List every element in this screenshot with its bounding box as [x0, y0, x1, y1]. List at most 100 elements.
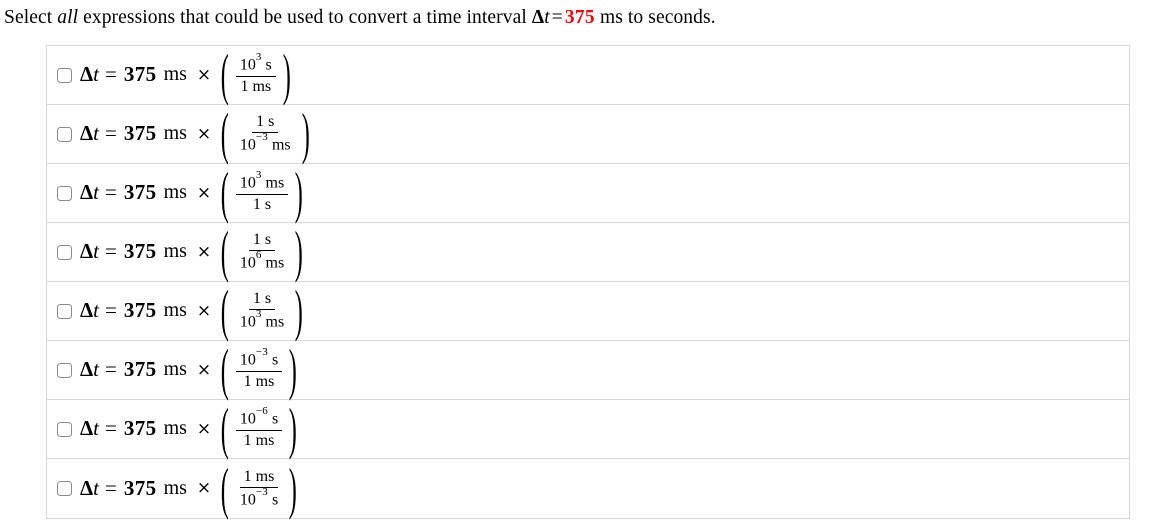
expression-option-4: Δt = 375 ms ×(1 s 106 ms) — [80, 223, 304, 281]
option-row[interactable]: Δt = 375 ms ×(1 s 103 ms) — [47, 282, 1129, 341]
denominator-unit: ms — [271, 136, 291, 154]
multiplication-sign: × — [196, 478, 212, 499]
denominator-exponent: −3 — [255, 131, 268, 144]
denominator-exponent: 6 — [255, 249, 262, 262]
checkbox-option-2[interactable] — [57, 126, 72, 142]
question-prompt: Select all expressions that could be use… — [0, 0, 1155, 33]
equals-sign: = — [105, 475, 117, 500]
numerator-base: 1 — [252, 231, 261, 249]
numerator-exponent: −3 — [255, 346, 268, 359]
numeric-value: 375 — [123, 416, 157, 441]
option-row[interactable]: Δt = 375 ms ×(1 s 106 ms) — [47, 223, 1129, 282]
fraction-denominator: 1 ms — [236, 77, 275, 96]
checkbox-option-7[interactable] — [57, 421, 72, 437]
checkbox-option-6[interactable] — [57, 362, 72, 378]
multiplication-sign: × — [196, 300, 212, 321]
expression-option-2: Δt = 375 ms ×(1 s 10−3 ms) — [80, 105, 310, 163]
close-paren: ) — [301, 102, 310, 166]
unit-label: ms — [163, 122, 187, 145]
equals-sign: = — [105, 239, 117, 264]
close-paren: ) — [288, 338, 298, 402]
variable-t: t — [93, 239, 100, 264]
numerator-base: 1 — [243, 467, 252, 485]
prompt-lead: Select — [4, 7, 58, 28]
option-row[interactable]: Δt = 375 ms ×(10−3 s 1 ms) — [47, 341, 1129, 400]
option-row[interactable]: Δt = 375 ms ×(10−6 s 1 ms) — [47, 400, 1129, 459]
unit-label: ms — [163, 476, 187, 499]
numerator-base: 10 — [239, 174, 256, 192]
numerator-base: 10 — [239, 410, 256, 428]
numerator-unit: s — [271, 351, 279, 369]
denominator-base: 10 — [239, 313, 256, 331]
numerator-unit: s — [268, 113, 275, 131]
conversion-fraction: 10−6 s 1 ms — [235, 405, 283, 449]
unit-label: ms — [163, 417, 187, 440]
numerator-exponent: 3 — [255, 169, 262, 182]
open-paren: ( — [220, 457, 230, 520]
unit-label: ms — [163, 63, 187, 86]
delta-symbol: Δ — [80, 62, 94, 87]
open-paren: ( — [220, 102, 230, 166]
numerator-unit: s — [264, 290, 272, 308]
checkbox-option-1[interactable] — [57, 67, 72, 83]
denominator-unit: s — [264, 195, 272, 213]
option-row[interactable]: Δt = 375 ms ×(103 s 1 ms) — [47, 46, 1129, 105]
fraction-numerator: 10−3 s — [235, 346, 283, 372]
unit-label: ms — [163, 240, 187, 263]
parenthesized-fraction: (1 s 10−3 ms) — [220, 105, 310, 163]
numerator-unit: s — [264, 231, 272, 249]
option-row[interactable]: Δt = 375 ms ×(103 ms 1 s) — [47, 164, 1129, 223]
close-paren: ) — [295, 161, 304, 225]
numeric-value: 375 — [123, 62, 157, 87]
equals-sign: = — [105, 121, 117, 146]
variable-t: t — [93, 416, 100, 441]
unit-label: ms — [163, 358, 187, 381]
checkbox-option-5[interactable] — [57, 303, 72, 319]
option-row[interactable]: Δt = 375 ms ×(1 ms 10−3 s) — [47, 459, 1129, 519]
delta-symbol: Δ — [80, 121, 94, 146]
denominator-base: 1 — [243, 372, 252, 390]
checkbox-option-4[interactable] — [57, 244, 72, 260]
numerator-base: 1 — [256, 113, 265, 131]
variable-t: t — [93, 298, 100, 323]
denominator-base: 10 — [239, 136, 256, 154]
prompt-variable-t: t — [544, 7, 550, 28]
fraction-numerator: 103 ms — [235, 169, 289, 195]
fraction-numerator: 1s — [248, 231, 276, 252]
numeric-value: 375 — [123, 298, 157, 323]
denominator-unit: ms — [255, 372, 275, 390]
numerator-base: 10 — [239, 56, 256, 74]
variable-t: t — [93, 475, 100, 500]
open-paren: ( — [220, 43, 230, 107]
equals-sign: = — [105, 180, 117, 205]
numerator-unit: s — [265, 56, 272, 74]
conversion-fraction: 1 s 103 ms — [236, 290, 288, 331]
conversion-fraction: 1 ms 10−3 s — [236, 468, 282, 509]
conversion-fraction: 10−3 s 1 ms — [235, 346, 283, 390]
fraction-numerator: 10−6 s — [235, 405, 283, 431]
parenthesized-fraction: (10−3 s 1 ms) — [220, 341, 298, 399]
fraction-denominator: 106 ms — [236, 249, 288, 272]
checkbox-option-3[interactable] — [57, 185, 72, 201]
denominator-base: 1 — [240, 77, 249, 95]
expression-option-7: Δt = 375 ms ×(10−6 s 1 ms) — [80, 400, 298, 458]
delta-symbol: Δ — [80, 239, 94, 264]
expression-option-3: Δt = 375 ms ×(103 ms 1 s) — [80, 164, 304, 222]
open-paren: ( — [220, 220, 230, 284]
expression-option-1: Δt = 375 ms ×(103 s 1 ms) — [80, 46, 291, 104]
equals-sign: = — [105, 357, 117, 382]
delta-symbol: Δ — [80, 416, 94, 441]
checkbox-option-8[interactable] — [57, 481, 72, 496]
numerator-unit: s — [271, 410, 279, 428]
numerator-exponent: 3 — [255, 51, 262, 64]
prompt-equals-sign: = — [551, 7, 563, 28]
option-row[interactable]: Δt = 375 ms ×(1 s 10−3 ms) — [47, 105, 1129, 164]
expression-option-6: Δt = 375 ms ×(10−3 s 1 ms) — [80, 341, 298, 399]
unit-label: ms — [163, 181, 187, 204]
denominator-base: 1 — [243, 431, 252, 449]
multiplication-sign: × — [196, 182, 212, 203]
multiplication-sign: × — [196, 359, 212, 380]
parenthesized-fraction: (1 ms 10−3 s) — [220, 460, 298, 518]
numerator-base: 1 — [252, 290, 261, 308]
numerator-unit: ms — [265, 174, 285, 192]
